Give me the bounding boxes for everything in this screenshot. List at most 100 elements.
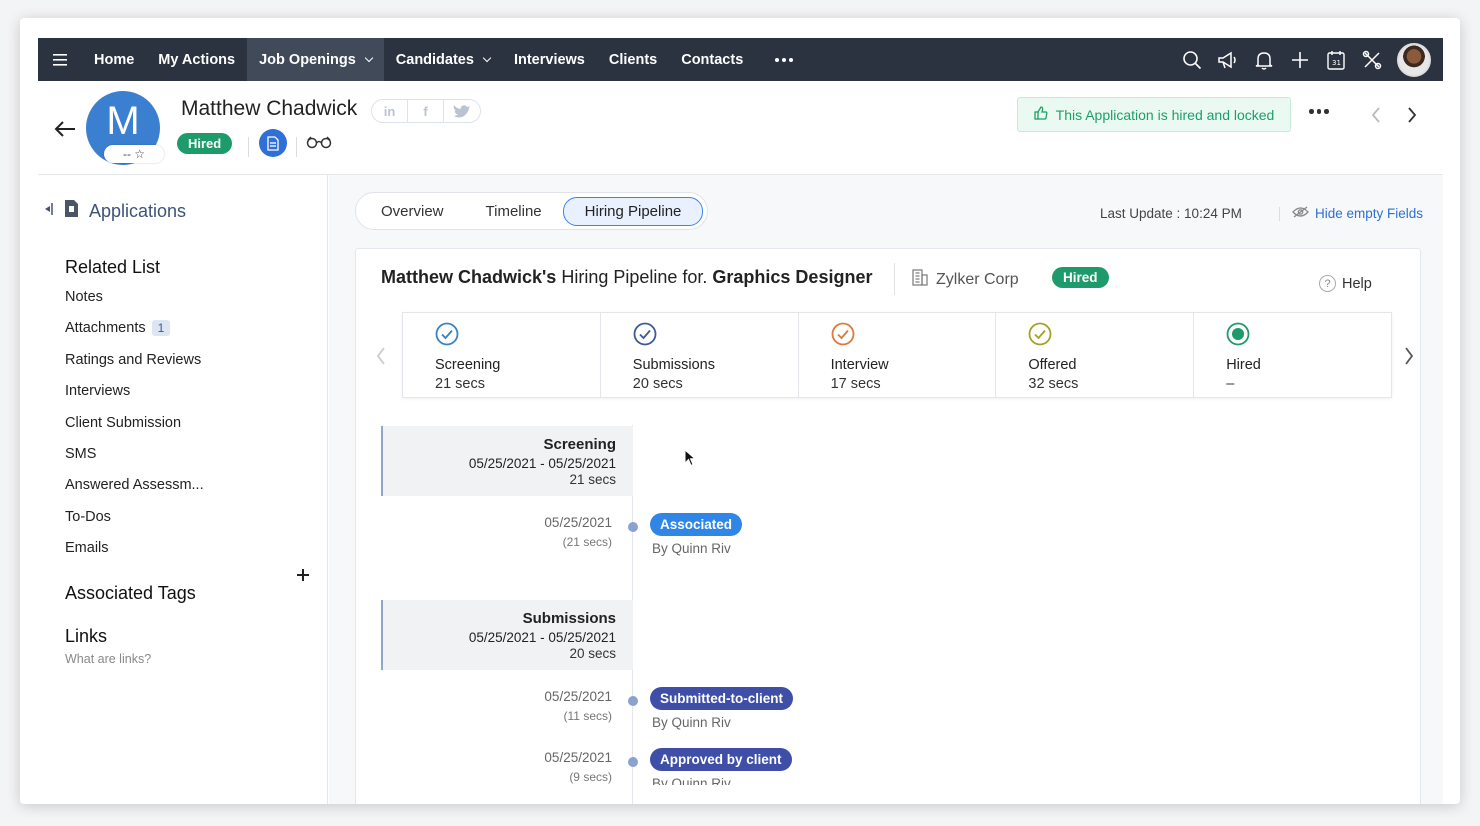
attachments-count-badge: 1: [151, 320, 171, 336]
main-content: Overview Timeline Hiring Pipeline Last U…: [329, 175, 1443, 804]
sidebar-item-emails[interactable]: Emails: [65, 540, 109, 556]
group-title: Screening: [543, 436, 616, 453]
bell-icon[interactable]: [1253, 49, 1275, 71]
building-icon: [912, 269, 928, 291]
hide-empty-fields-label: Hide empty Fields: [1315, 206, 1424, 221]
help-link[interactable]: ? Help: [1319, 275, 1372, 292]
sidebar-item-label: Ratings and Reviews: [65, 352, 202, 368]
svg-text:31: 31: [1332, 59, 1341, 67]
nav-contacts-label: Contacts: [681, 51, 744, 68]
event-date: 05/25/2021: [544, 689, 612, 704]
stage-duration: 32 secs: [1028, 376, 1079, 392]
applications-label: Applications: [89, 200, 187, 221]
megaphone-icon[interactable]: [1217, 49, 1239, 71]
chevron-right-icon[interactable]: [1407, 107, 1417, 128]
stages-prev-icon[interactable]: [376, 347, 386, 370]
sidebar-item-label: Interviews: [65, 383, 131, 399]
company-name: Zylker Corp: [936, 271, 1019, 288]
sidebar-item-assessments[interactable]: Answered Assessm...: [65, 477, 204, 493]
sidebar-item-ratings[interactable]: Ratings and Reviews: [65, 352, 201, 368]
pipeline-stages: Screening 21 secs Submissions 20 secs In…: [402, 312, 1392, 398]
nav-home[interactable]: Home: [82, 38, 146, 81]
check-circle-icon: [435, 322, 459, 346]
glasses-icon[interactable]: [306, 135, 332, 154]
stage-offered[interactable]: Offered 32 secs: [996, 313, 1195, 397]
collapse-icon[interactable]: [44, 202, 54, 221]
pipeline-job[interactable]: Graphics Designer: [712, 267, 872, 287]
nav-clients[interactable]: Clients: [597, 38, 669, 81]
chevron-left-icon[interactable]: [1371, 107, 1381, 128]
back-arrow-icon[interactable]: [54, 121, 76, 142]
applications-header[interactable]: Applications: [44, 199, 186, 223]
candidate-header: M -- ☆ Matthew Chadwick in f Hired This …: [38, 81, 1443, 175]
stage-interview[interactable]: Interview 17 secs: [799, 313, 997, 397]
sidebar-item-todos[interactable]: To-Dos: [65, 509, 111, 525]
stage-screening[interactable]: Screening 21 secs: [403, 313, 601, 397]
sidebar-item-label: SMS: [65, 446, 97, 462]
tools-icon[interactable]: [1361, 49, 1383, 71]
sidebar-item-client-submission[interactable]: Client Submission: [65, 415, 181, 431]
rating-pill[interactable]: -- ☆: [104, 145, 164, 163]
more-actions-icon[interactable]: [1309, 109, 1329, 114]
nav-my-actions[interactable]: My Actions: [146, 38, 247, 81]
more-menu-icon[interactable]: [755, 57, 813, 62]
facebook-icon[interactable]: f: [408, 100, 444, 122]
chevron-down-icon: [364, 53, 374, 62]
group-range: 05/25/2021 - 05/25/2021: [468, 456, 616, 471]
stage-duration: –: [1226, 376, 1235, 392]
timeline-group-screening: Screening 05/25/2021 - 05/25/2021 21 sec…: [381, 426, 633, 496]
document-icon[interactable]: [259, 129, 287, 157]
twitter-icon[interactable]: [444, 100, 480, 122]
nav-my-actions-label: My Actions: [158, 51, 236, 68]
associated-tags-title: Associated Tags: [65, 583, 196, 603]
sidebar-item-notes[interactable]: Notes: [65, 289, 103, 305]
top-nav: Home My Actions Job Openings Candidates …: [38, 38, 1443, 81]
add-tag-icon[interactable]: [296, 565, 310, 588]
links-help-link[interactable]: What are links?: [65, 652, 151, 666]
sidebar-item-sms[interactable]: SMS: [65, 446, 96, 462]
search-icon[interactable]: [1181, 49, 1203, 71]
tab-overview[interactable]: Overview: [360, 198, 465, 225]
nav-job-openings[interactable]: Job Openings: [247, 38, 384, 81]
divider: [296, 137, 297, 157]
app-window: Home My Actions Job Openings Candidates …: [20, 18, 1460, 804]
nav-contacts[interactable]: Contacts: [669, 38, 755, 81]
nav-home-label: Home: [94, 51, 135, 68]
tab-timeline[interactable]: Timeline: [465, 198, 563, 225]
candidate-name: Matthew Chadwick: [181, 97, 358, 120]
event-date: 05/25/2021: [544, 750, 612, 765]
event-status-badge: Approved by client: [650, 748, 792, 771]
linkedin-icon[interactable]: in: [372, 100, 408, 122]
stages-next-icon[interactable]: [1404, 347, 1414, 370]
tab-hiring-pipeline[interactable]: Hiring Pipeline: [562, 196, 704, 226]
help-icon: ?: [1319, 275, 1336, 292]
last-update-text: Last Update : 10:24 PM: [1100, 206, 1242, 221]
timeline-dot: [628, 522, 638, 532]
nav-candidates[interactable]: Candidates: [384, 38, 502, 81]
hide-eye-icon: [1292, 206, 1309, 221]
pipeline-status-badge: Hired: [1052, 267, 1109, 288]
hide-empty-fields-link[interactable]: Hide empty Fields: [1279, 206, 1423, 221]
view-tabs: Overview Timeline Hiring Pipeline: [355, 192, 709, 230]
plus-icon[interactable]: [1289, 49, 1311, 71]
stage-submissions[interactable]: Submissions 20 secs: [601, 313, 799, 397]
timeline-dot: [628, 757, 638, 767]
group-duration: 20 secs: [569, 646, 616, 661]
sidebar-item-interviews[interactable]: Interviews: [65, 383, 130, 399]
hamburger-menu-icon[interactable]: [38, 38, 82, 81]
sidebar-item-attachments[interactable]: Attachments 1: [65, 320, 171, 336]
company-info[interactable]: Zylker Corp: [912, 269, 1019, 291]
event-status-badge: Submitted-to-client: [650, 687, 793, 710]
user-avatar[interactable]: [1397, 42, 1431, 77]
calendar-icon[interactable]: 31: [1325, 49, 1347, 71]
sidebar-item-label: Notes: [65, 289, 103, 305]
nav-interviews[interactable]: Interviews: [502, 38, 597, 81]
event-by: By Quinn Riv: [652, 541, 731, 556]
application-doc-icon: [64, 199, 79, 223]
stage-hired[interactable]: Hired –: [1194, 313, 1391, 397]
sidebar-item-label: Emails: [65, 540, 109, 556]
nav-interviews-label: Interviews: [513, 51, 585, 68]
event-date: 05/25/2021: [544, 515, 612, 530]
divider: [248, 137, 249, 157]
active-stage-icon: [1226, 322, 1250, 346]
